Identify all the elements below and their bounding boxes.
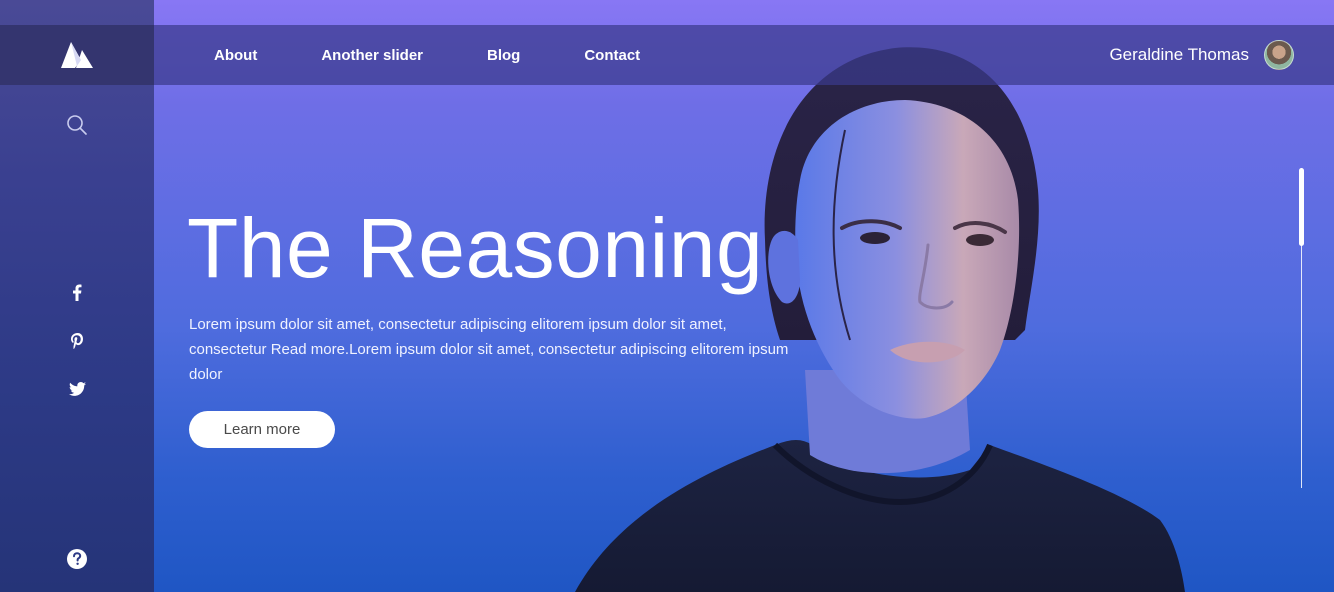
twitter-icon	[68, 382, 86, 396]
nav-item-contact[interactable]: Contact	[584, 47, 640, 64]
nav-item-blog[interactable]: Blog	[487, 47, 520, 64]
nav-item-another-slider[interactable]: Another slider	[321, 47, 423, 64]
search-button[interactable]	[0, 114, 154, 136]
facebook-link[interactable]	[0, 284, 154, 301]
help-button[interactable]	[0, 548, 154, 570]
top-navigation-bar: About Another slider Blog Contact Gerald…	[154, 25, 1334, 85]
pinterest-icon	[70, 333, 83, 349]
facebook-icon	[73, 284, 82, 301]
help-icon	[67, 549, 87, 569]
user-menu[interactable]: Geraldine Thomas	[1109, 25, 1294, 85]
user-name[interactable]: Geraldine Thomas	[1109, 45, 1249, 65]
slider-thumb[interactable]	[1299, 168, 1304, 246]
learn-more-button[interactable]: Learn more	[189, 411, 335, 448]
search-icon	[67, 115, 87, 135]
avatar[interactable]	[1264, 40, 1294, 70]
logo[interactable]	[0, 25, 154, 85]
nav-item-about[interactable]: About	[214, 47, 257, 64]
sidebar	[0, 0, 154, 592]
mountain-logo-icon	[61, 42, 93, 68]
pinterest-link[interactable]	[0, 333, 154, 349]
hero-title: The Reasoning	[187, 201, 764, 295]
twitter-link[interactable]	[0, 382, 154, 396]
main-nav: About Another slider Blog Contact	[214, 25, 704, 85]
hero-description: Lorem ipsum dolor sit amet, consectetur …	[189, 316, 789, 383]
